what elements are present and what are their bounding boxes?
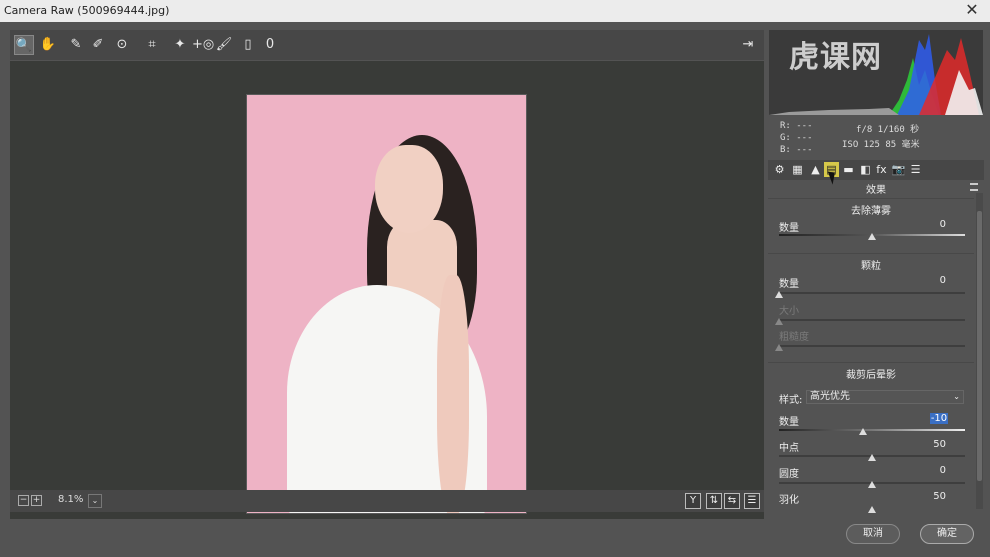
zoom-out-button[interactable]: − xyxy=(18,495,29,506)
close-icon[interactable]: ✕ xyxy=(954,0,990,22)
tab-tone-curve[interactable]: ▦ xyxy=(790,162,805,177)
grain-amount-label: 数量 xyxy=(779,279,799,290)
preview-area: 🔍 ✋ ✎ ✐ ⊙ ⌗ ✦ +◎ 🖌 ▯ 0 ⇥ xyxy=(10,30,764,519)
vignette-amount-thumb[interactable] xyxy=(858,428,867,435)
adjustment-panel: 虎课网 R: --- G: --- B: --- f/8 1/160 秒 ISO… xyxy=(768,30,984,513)
hand-tool-icon[interactable]: ✋ xyxy=(38,35,58,55)
zoom-dropdown[interactable]: ⌄ xyxy=(88,494,102,508)
vignette-style-value: 高光优先 xyxy=(810,391,850,402)
vignette-amount-label: 数量 xyxy=(779,417,799,428)
grain-size-thumb xyxy=(775,318,783,325)
title-bar: Camera Raw (500969444.jpg) ✕ xyxy=(0,0,990,22)
tab-camera-calibration[interactable]: 📷 xyxy=(891,162,906,177)
vignette-style-label: 样式: xyxy=(779,395,803,406)
grain-amount-slider[interactable] xyxy=(779,292,965,294)
green-readout: G: --- xyxy=(780,133,813,143)
ok-button[interactable]: 确定 xyxy=(920,524,974,544)
chevron-down-icon: ⌄ xyxy=(953,392,960,401)
crop-tool-icon[interactable]: ⌗ xyxy=(142,35,162,55)
targeted-adjustment-tool-icon[interactable]: ⊙ xyxy=(112,35,132,55)
spot-removal-tool-icon[interactable]: ✦ xyxy=(170,35,190,55)
exif-readout: f/8 1/160 秒 ISO 125 85 毫米 xyxy=(842,123,920,153)
copy-settings-button[interactable]: ⇆ xyxy=(724,493,740,509)
histogram: 虎课网 xyxy=(769,30,983,115)
vignette-style-select[interactable]: 高光优先 ⌄ xyxy=(806,390,964,404)
vignette-header: 裁剪后晕影 xyxy=(768,362,974,381)
zoom-tool-icon[interactable]: 🔍 xyxy=(14,35,34,55)
grain-roughness-thumb xyxy=(775,344,783,351)
rgb-readout: R: --- G: --- B: --- xyxy=(780,120,813,156)
watermark-logo: 虎课网 xyxy=(789,40,882,75)
tab-presets[interactable]: ☰ xyxy=(908,162,923,177)
tab-lens[interactable]: ◧ xyxy=(858,162,873,177)
grain-size-label: 大小 xyxy=(779,306,799,317)
histogram-base xyxy=(769,108,899,115)
adjustment-brush-icon[interactable]: 🖌 xyxy=(214,35,234,55)
tab-split-toning[interactable]: ▬ xyxy=(841,162,856,177)
grain-roughness-label: 粗糙度 xyxy=(779,332,809,343)
grain-roughness-slider xyxy=(779,345,965,347)
tab-detail[interactable]: ▲ xyxy=(808,162,823,177)
window-title: Camera Raw (500969444.jpg) xyxy=(4,4,170,17)
panel-menu-icon[interactable] xyxy=(970,183,978,191)
dehaze-amount-value[interactable]: 0 xyxy=(916,219,946,230)
view-settings-button[interactable]: ☰ xyxy=(744,493,760,509)
vignette-roundness-thumb[interactable] xyxy=(868,481,876,488)
swap-before-after-button[interactable]: ⇅ xyxy=(706,493,722,509)
grain-size-slider xyxy=(779,319,965,321)
scrollbar-thumb[interactable] xyxy=(977,211,982,481)
camera-info: R: --- G: --- B: --- f/8 1/160 秒 ISO 125… xyxy=(768,117,984,157)
red-readout: R: --- xyxy=(780,121,813,131)
image-canvas[interactable] xyxy=(10,61,764,519)
grain-amount-thumb[interactable] xyxy=(775,291,783,298)
grain-header: 颗粒 xyxy=(768,253,974,272)
iso-focal: ISO 125 85 毫米 xyxy=(842,140,920,150)
vignette-roundness-value[interactable]: 0 xyxy=(916,465,946,476)
vignette-feather-label: 羽化 xyxy=(779,495,799,506)
vignette-amount-value[interactable]: -10 xyxy=(930,413,948,424)
aperture-shutter: f/8 1/160 秒 xyxy=(856,125,920,135)
vignette-feather-value[interactable]: 50 xyxy=(916,491,946,502)
graduated-filter-icon[interactable]: ▯ xyxy=(238,35,258,55)
white-balance-tool-icon[interactable]: ✎ xyxy=(66,35,86,55)
dehaze-header: 去除薄雾 xyxy=(768,198,974,217)
dehaze-amount-label: 数量 xyxy=(779,223,799,234)
bottom-bar: − + 8.1% ⌄ Y ⇅ ⇆ ☰ xyxy=(10,490,764,512)
preview-photo xyxy=(246,94,527,514)
vignette-feather-thumb[interactable] xyxy=(868,506,876,513)
red-eye-tool-icon[interactable]: +◎ xyxy=(192,35,214,55)
photo-arm xyxy=(437,275,469,513)
vignette-midpoint-value[interactable]: 50 xyxy=(916,439,946,450)
vignette-midpoint-label: 中点 xyxy=(779,443,799,454)
tab-basic[interactable]: ⚙ xyxy=(772,162,787,177)
tab-effects[interactable]: fx xyxy=(874,162,889,177)
photo-face xyxy=(375,145,443,233)
panel-title: 效果 xyxy=(866,185,886,196)
dehaze-amount-thumb[interactable] xyxy=(868,233,876,240)
blue-readout: B: --- xyxy=(780,145,813,155)
panel-tabs: ⚙ ▦ ▲ ▤ ▬ ◧ fx 📷 ☰ xyxy=(768,160,984,180)
cancel-button[interactable]: 取消 xyxy=(846,524,900,544)
zoom-level: 8.1% xyxy=(58,494,84,505)
zoom-in-button[interactable]: + xyxy=(31,495,42,506)
panel-scrollbar[interactable] xyxy=(976,193,983,509)
vignette-amount-slider[interactable] xyxy=(779,429,965,431)
grain-amount-value[interactable]: 0 xyxy=(916,275,946,286)
radial-filter-icon[interactable]: 0 xyxy=(260,35,280,55)
color-sampler-tool-icon[interactable]: ✐ xyxy=(88,35,108,55)
toolbar: 🔍 ✋ ✎ ✐ ⊙ ⌗ ✦ +◎ 🖌 ▯ 0 ⇥ xyxy=(10,30,764,60)
vignette-roundness-label: 圆度 xyxy=(779,469,799,480)
vignette-midpoint-thumb[interactable] xyxy=(868,454,876,461)
export-icon[interactable]: ⇥ xyxy=(738,35,758,55)
before-after-y-button[interactable]: Y xyxy=(685,493,701,509)
